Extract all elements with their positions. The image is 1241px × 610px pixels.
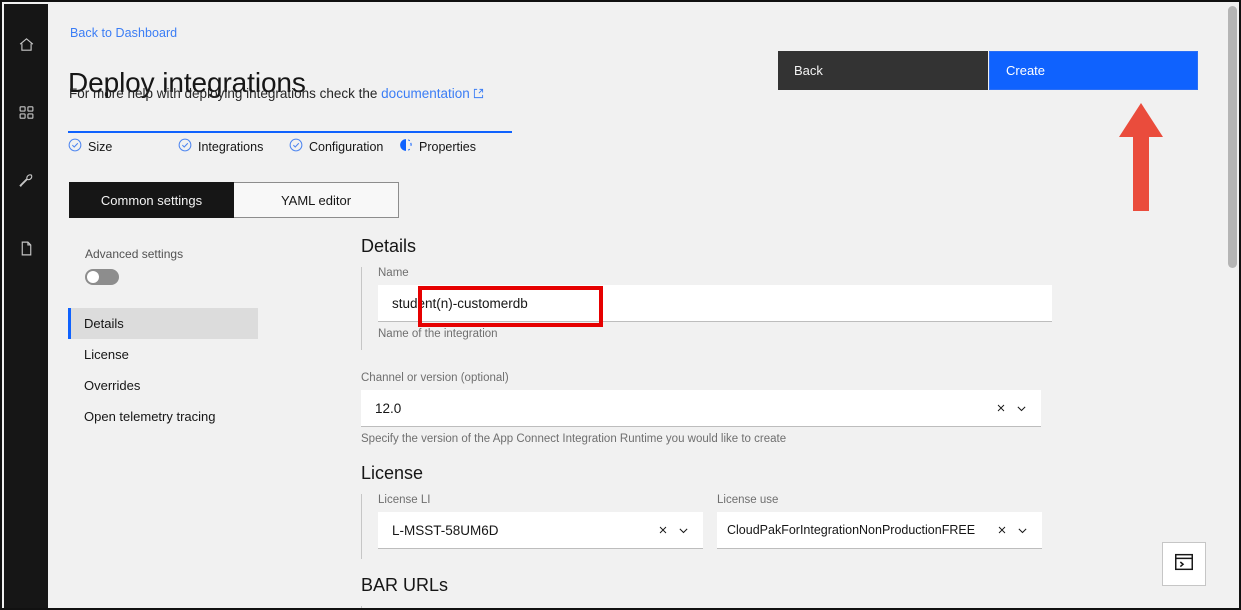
license-use-label: License use <box>717 494 779 506</box>
subnav-item-open-telemetry-tracing[interactable]: Open telemetry tracing <box>68 401 258 432</box>
name-field-group: Name student(n)-customerdb Name of the i… <box>361 267 1052 350</box>
clear-icon[interactable] <box>653 520 673 540</box>
advanced-settings-label: Advanced settings <box>85 247 184 261</box>
main-content-area: Back to Dashboard Deploy integrations Fo… <box>48 4 1239 608</box>
rail-item-documents[interactable] <box>4 226 48 270</box>
toggle-knob <box>87 271 99 283</box>
subnav-item-label: Details <box>84 316 124 331</box>
step-label: Properties <box>419 139 476 154</box>
license-use-value: CloudPakForIntegrationNonProductionFREE <box>727 523 976 537</box>
step-label: Configuration <box>309 139 384 154</box>
channel-dropdown[interactable]: 12.0 <box>361 390 1041 427</box>
checkmark-circle-icon <box>68 138 82 155</box>
step-integrations[interactable]: Integrations <box>178 138 263 155</box>
step-label: Integrations <box>198 139 264 154</box>
page-subtitle: For more help with deploying integration… <box>69 86 484 102</box>
channel-dropdown-value: 12.0 <box>375 400 402 416</box>
license-use-field-group: License use CloudPakForIntegrationNonPro… <box>717 494 1042 549</box>
advanced-settings-toggle[interactable] <box>85 269 119 285</box>
document-icon <box>18 240 35 257</box>
step-configuration[interactable]: Configuration <box>289 138 383 155</box>
wrench-icon <box>18 172 35 189</box>
checkmark-circle-icon <box>289 138 303 155</box>
subnav-list: Details License Overrides Open telemetry… <box>68 308 258 432</box>
name-input[interactable]: student(n)-customerdb <box>378 285 1052 322</box>
app-window: Back to Dashboard Deploy integrations Fo… <box>0 0 1241 610</box>
license-fields-row: License LI L-MSST-58UM6D License use Clo… <box>361 494 1051 559</box>
left-icon-rail <box>4 4 48 608</box>
tab-common-settings[interactable]: Common settings <box>69 182 234 218</box>
name-field-label: Name <box>378 267 409 279</box>
license-li-value: L-MSST-58UM6D <box>392 522 499 538</box>
channel-field-label: Channel or version (optional) <box>361 372 509 384</box>
annotation-arrow-to-create <box>1115 101 1167 213</box>
back-to-dashboard-link[interactable]: Back to Dashboard <box>70 26 177 40</box>
steps-progress-indicator: Size Integrations Configuration Properti… <box>68 138 528 160</box>
settings-tabs: Common settings YAML editor <box>69 182 399 218</box>
license-li-label: License LI <box>378 494 431 506</box>
step-label: Size <box>88 139 113 154</box>
license-use-dropdown[interactable]: CloudPakForIntegrationNonProductionFREE <box>717 512 1042 549</box>
name-input-value: student(n)-customerdb <box>392 295 528 311</box>
name-field-helper: Name of the integration <box>378 328 498 340</box>
page-subtitle-text: For more help with deploying integration… <box>69 86 382 101</box>
rail-item-home[interactable] <box>4 22 48 66</box>
license-li-dropdown[interactable]: L-MSST-58UM6D <box>378 512 703 549</box>
step-properties[interactable]: Properties <box>399 138 476 155</box>
steps-progress-rule <box>68 131 512 133</box>
terminal-console-icon <box>1173 551 1195 578</box>
tab-yaml-editor[interactable]: YAML editor <box>234 182 399 218</box>
settings-form: Details Name student(n)-customerdb Name … <box>361 236 1052 608</box>
license-li-field-group: License LI L-MSST-58UM6D <box>378 494 703 549</box>
step-size[interactable]: Size <box>68 138 112 155</box>
rail-item-applications[interactable] <box>4 90 48 134</box>
documentation-link[interactable]: documentation <box>381 86 470 101</box>
grid-apps-icon <box>18 104 35 121</box>
subnav-item-label: Overrides <box>84 378 141 393</box>
bar-urls-section-heading: BAR URLs <box>361 575 449 595</box>
rail-item-tools[interactable] <box>4 158 48 202</box>
subnav-item-overrides[interactable]: Overrides <box>68 370 258 401</box>
home-icon <box>18 36 35 53</box>
subnav-item-details[interactable]: Details <box>68 308 258 339</box>
channel-field-group: Channel or version (optional) 12.0 Speci… <box>361 372 1051 445</box>
open-console-button[interactable] <box>1162 542 1206 586</box>
subnav-item-label: Open telemetry tracing <box>84 409 216 424</box>
license-section-heading: License <box>361 463 424 483</box>
vertical-scrollbar-thumb[interactable] <box>1228 6 1237 268</box>
external-link-icon <box>473 87 484 102</box>
back-button[interactable]: Back <box>778 51 988 90</box>
clear-icon[interactable] <box>991 398 1011 418</box>
checkmark-circle-icon <box>178 138 192 155</box>
subnav-item-label: License <box>84 347 129 362</box>
bar-urls-field-group <box>361 606 1051 608</box>
half-circle-current-icon <box>399 138 413 155</box>
chevron-down-icon[interactable] <box>1012 520 1032 540</box>
details-section-heading: Details <box>361 236 417 256</box>
subnav-item-license[interactable]: License <box>68 339 258 370</box>
clear-icon[interactable] <box>992 520 1012 540</box>
channel-field-helper: Specify the version of the App Connect I… <box>361 433 787 445</box>
create-button[interactable]: Create <box>989 51 1198 90</box>
chevron-down-icon[interactable] <box>1011 398 1031 418</box>
chevron-down-icon[interactable] <box>673 520 693 540</box>
